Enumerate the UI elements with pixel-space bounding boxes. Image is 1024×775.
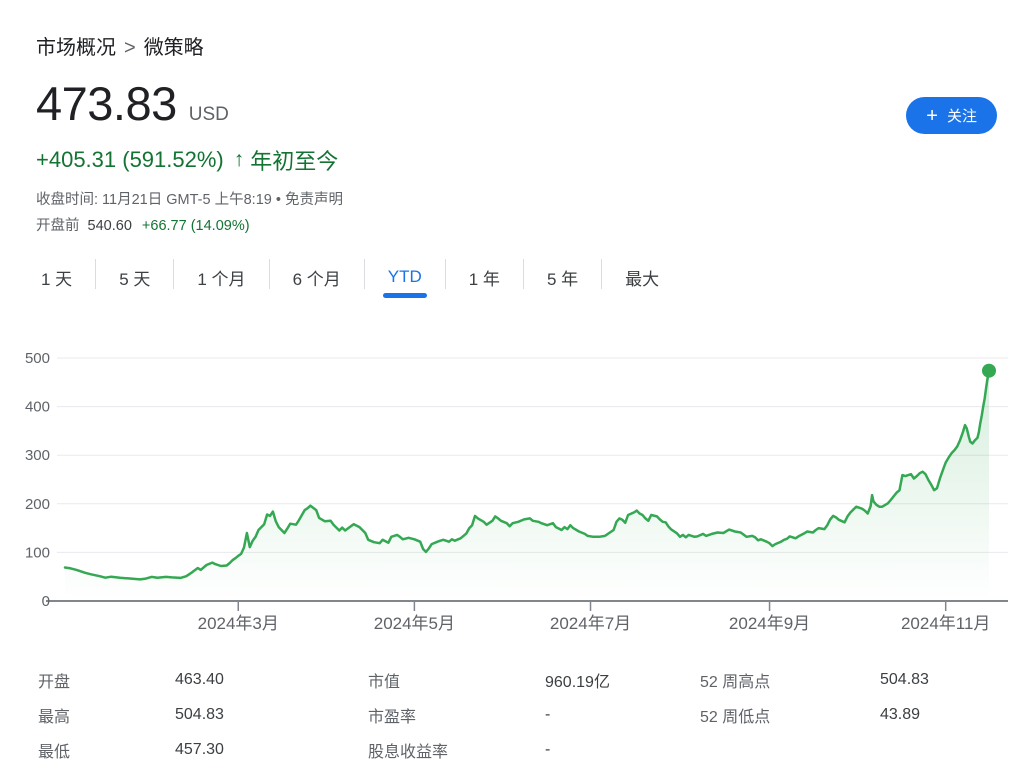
change-amount: +405.31 (591.52%): [36, 147, 224, 173]
premarket-row: 开盘前 540.60 +66.77 (14.09%): [36, 214, 250, 235]
follow-button-label: 关注: [947, 105, 977, 126]
y-axis-tick-label: 300: [25, 447, 50, 464]
stock-page: 市场概况 > 微策略 + 关注 473.83 USD +405.31 (591.52…: [0, 0, 1024, 775]
breadcrumb-market-overview-link[interactable]: 市场概况: [36, 37, 116, 59]
tab-max[interactable]: 最大: [602, 256, 682, 298]
stat-52w-low: 52 周低点 43.89: [700, 697, 1000, 732]
tab-ytd[interactable]: YTD: [365, 256, 445, 298]
stat-value: 504.83: [175, 706, 224, 724]
stat-empty: [700, 732, 1000, 767]
tab-5d[interactable]: 5 天: [96, 256, 173, 298]
currency-label: USD: [189, 104, 229, 126]
stats-column-1: 开盘 463.40 最高 504.83 最低 457.30: [38, 662, 368, 767]
premarket-label: 开盘前: [36, 218, 80, 234]
stats-column-2: 市值 960.19亿 市盈率 - 股息收益率 -: [368, 662, 700, 767]
premarket-price: 540.60: [88, 218, 132, 234]
stat-open: 开盘 463.40: [38, 662, 368, 697]
stat-value: -: [545, 741, 550, 759]
time-range-tabs: 1 天 5 天 1 个月 6 个月 YTD 1 年 5 年 最大: [36, 256, 682, 298]
price-row: 473.83 USD: [36, 80, 229, 127]
stat-label: 市盈率: [368, 703, 545, 727]
up-arrow-icon: ↑: [234, 148, 245, 172]
tab-1m[interactable]: 1 个月: [174, 256, 268, 298]
price-change: +405.31 (591.52%) ↑ 年初至今: [36, 144, 338, 176]
stat-label: 52 周高点: [700, 668, 880, 692]
selected-tab-underline: [383, 293, 427, 298]
tab-ytd-label: YTD: [388, 267, 422, 287]
follow-button[interactable]: + 关注: [906, 97, 997, 134]
stat-value: 457.30: [175, 741, 224, 759]
y-axis-tick-label: 0: [42, 593, 50, 610]
y-axis-tick-label: 100: [25, 544, 50, 561]
tab-6m[interactable]: 6 个月: [270, 256, 364, 298]
stat-value: 43.89: [880, 706, 920, 724]
change-period-label: 年初至今: [250, 144, 338, 176]
stat-value: -: [545, 706, 550, 724]
price-chart[interactable]: 0 100 200 300 400 500 2024年3月 2024年5月 2024年7月 202…: [0, 335, 1024, 635]
breadcrumb-separator: >: [124, 37, 136, 59]
breadcrumb: 市场概况 > 微策略: [36, 31, 204, 60]
stat-value: 504.83: [880, 671, 929, 689]
y-axis-tick-label: 200: [25, 496, 50, 513]
stats-table: 开盘 463.40 最高 504.83 最低 457.30 市值 960.19亿…: [38, 662, 1004, 767]
y-axis-tick-label: 400: [25, 399, 50, 416]
stat-label: 开盘: [38, 668, 175, 692]
x-axis-tick-label: 2024年9月: [729, 614, 810, 633]
stats-column-3: 52 周高点 504.83 52 周低点 43.89: [700, 662, 1000, 767]
stat-52w-high: 52 周高点 504.83: [700, 662, 1000, 697]
stat-high: 最高 504.83: [38, 697, 368, 732]
plus-icon: +: [926, 106, 938, 126]
latest-price-dot: [982, 364, 996, 378]
y-axis-tick-label: 500: [25, 350, 50, 367]
stat-label: 最高: [38, 703, 175, 727]
x-axis-tick-label: 2024年7月: [550, 614, 631, 633]
breadcrumb-current-stock: 微策略: [144, 37, 204, 59]
tab-5y[interactable]: 5 年: [524, 256, 601, 298]
stat-label: 最低: [38, 738, 175, 762]
stat-label: 52 周低点: [700, 703, 880, 727]
close-time-disclaimer: 收盘时间: 11月21日 GMT-5 上午8:19 • 免责声明: [36, 188, 343, 209]
stat-value: 463.40: [175, 671, 224, 689]
tab-1d[interactable]: 1 天: [36, 256, 95, 298]
x-axis-tick-label: 2024年3月: [198, 614, 279, 633]
x-axis-tick-label: 2024年5月: [374, 614, 455, 633]
premarket-change: +66.77 (14.09%): [142, 218, 250, 234]
stat-label: 股息收益率: [368, 738, 545, 762]
stat-value: 960.19亿: [545, 668, 610, 692]
x-axis-tick-label: 2024年11月: [901, 614, 990, 633]
stat-pe-ratio: 市盈率 -: [368, 697, 700, 732]
current-price: 473.83: [36, 80, 177, 127]
stat-low: 最低 457.30: [38, 732, 368, 767]
stat-label: 市值: [368, 668, 545, 692]
tab-1y[interactable]: 1 年: [446, 256, 523, 298]
price-chart-svg[interactable]: 0 100 200 300 400 500 2024年3月 2024年5月 2024年7月 202…: [0, 335, 1024, 635]
stat-market-cap: 市值 960.19亿: [368, 662, 700, 697]
stat-dividend-yield: 股息收益率 -: [368, 732, 700, 767]
